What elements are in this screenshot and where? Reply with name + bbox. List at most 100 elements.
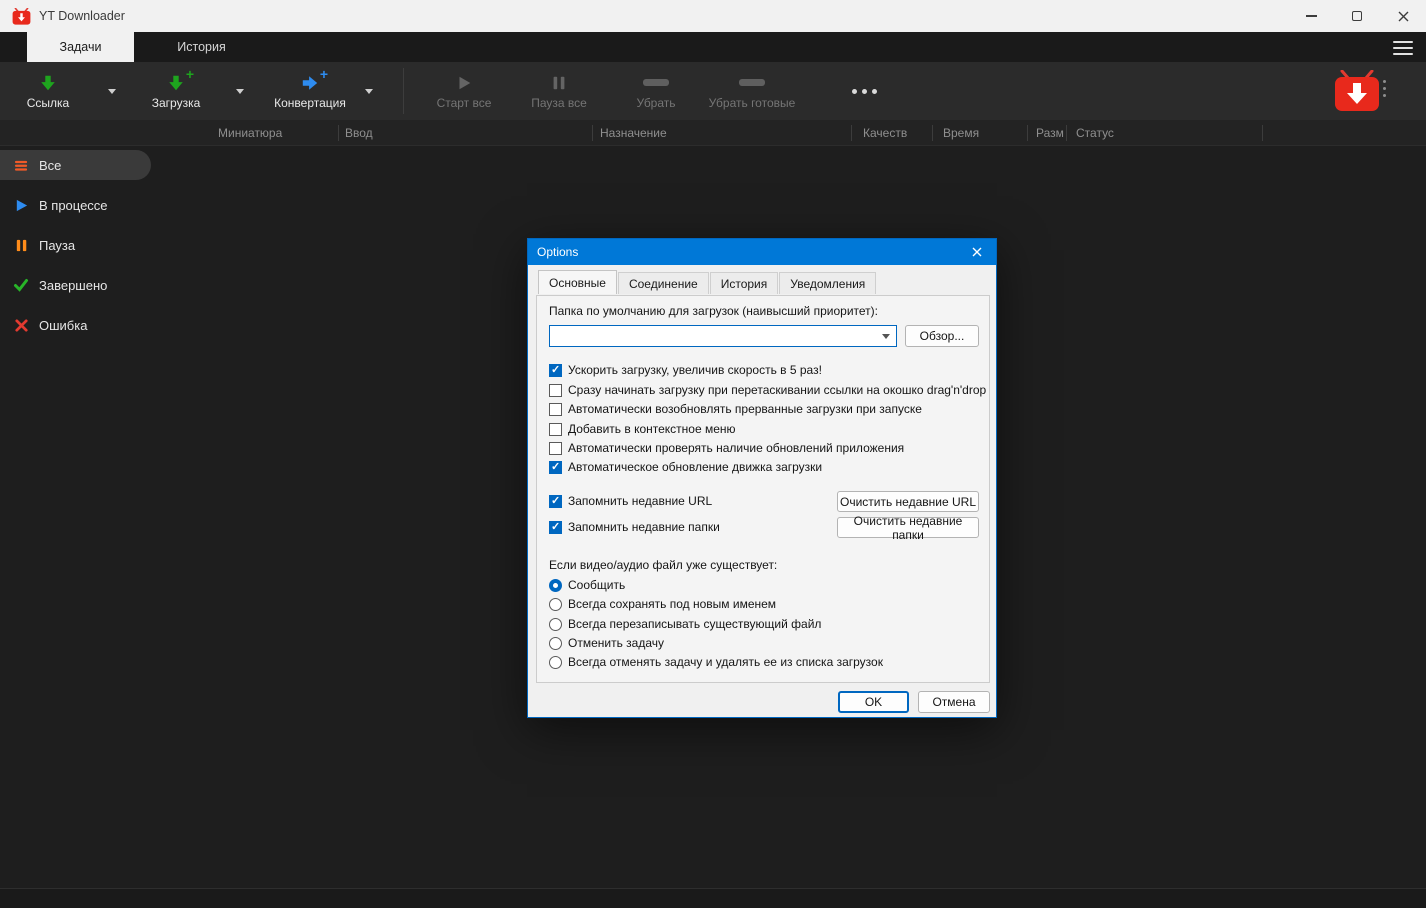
radio-cancel-task[interactable]: Отменить задачу [549,635,664,651]
combo-dropdown-icon[interactable] [876,326,896,346]
convert-plus-icon: + [301,66,328,93]
default-folder-input[interactable] [550,326,876,346]
radio-icon[interactable] [549,578,562,592]
checkbox-icon[interactable] [549,460,562,474]
remove-button[interactable]: Убрать [616,67,696,115]
download-dropdown[interactable] [225,67,255,115]
convert-button[interactable]: + Конвертация [265,66,355,115]
close-button[interactable] [1380,0,1426,32]
checkbox-icon[interactable] [549,363,562,377]
ok-button[interactable]: OK [838,691,909,713]
add-link-label: Ссылка [26,95,70,110]
checkbox-icon[interactable] [549,422,562,436]
checkbox-dragdrop-start[interactable]: Сразу начинать загрузку при перетаскиван… [549,382,986,398]
radio-icon[interactable] [549,597,562,611]
download-plus-icon: + [167,66,194,93]
list-icon [13,157,29,173]
checkbox-remember-urls[interactable]: Запомнить недавние URL [549,493,712,509]
check-icon [13,277,29,293]
app-download-logo-icon[interactable] [1334,69,1380,112]
sidebar-item-paused[interactable]: Пауза [0,230,160,260]
sidebar-item-label: Ошибка [39,317,88,333]
options-dialog: Options Основные Соединение История Увед… [527,238,997,718]
list-column-header: Миниатюра Ввод Назначение Качеств Время … [0,120,1426,146]
app-logo-icon [12,7,31,25]
radio-icon[interactable] [549,636,562,650]
default-folder-combobox[interactable] [549,325,897,347]
app-window: YT Downloader Задачи История Ссылка + За… [0,0,1426,908]
download-button[interactable]: + Загрузка [141,66,211,115]
main-tab-bar: Задачи История [0,32,1426,62]
add-link-dropdown[interactable] [97,67,127,115]
clear-recent-folders-button[interactable]: Очистить недавние папки [837,514,979,542]
file-exists-label: Если видео/аудио файл уже существует: [549,558,778,572]
sidebar-item-error[interactable]: Ошибка [0,310,160,340]
remove-label: Убрать [636,95,676,110]
pause-all-button[interactable]: Пауза все [519,67,599,115]
browse-button[interactable]: Обзор... [905,325,979,347]
checkbox-check-updates[interactable]: Автоматически проверять наличие обновлен… [549,440,904,456]
column-time[interactable]: Время [943,120,979,146]
titlebar: YT Downloader [0,0,1426,32]
maximize-icon [1352,11,1362,21]
dialog-tab-history[interactable]: История [709,272,779,294]
start-all-button[interactable]: Старт все [424,67,504,115]
convert-label: Конвертация [274,95,346,110]
column-status[interactable]: Статус [1076,120,1114,146]
checkbox-context-menu[interactable]: Добавить в контекстное меню [549,421,736,437]
checkbox-icon[interactable] [549,520,562,534]
default-folder-label: Папка по умолчанию для загрузок (наивысш… [549,304,878,318]
checkbox-engine-autoupdate[interactable]: Автоматическое обновление движка загрузк… [549,459,822,475]
dialog-tab-general[interactable]: Основные [538,270,617,294]
radio-cancel-and-remove[interactable]: Всегда отменять задачу и удалять ее из с… [549,654,883,670]
window-title: YT Downloader [39,9,125,23]
checkbox-remember-folders[interactable]: Запомнить недавние папки [549,519,720,535]
menu-button[interactable] [1390,39,1416,57]
close-icon [1398,11,1408,21]
column-thumbnail[interactable]: Миниатюра [218,120,282,146]
sidebar-item-all[interactable]: Все [0,150,151,180]
more-actions-button[interactable] [844,62,884,120]
dialog-tabs: Основные Соединение История Уведомления [538,270,877,294]
checkbox-accelerate[interactable]: Ускорить загрузку, увеличив скорость в 5… [549,362,822,378]
convert-dropdown[interactable] [354,67,384,115]
tab-tasks[interactable]: Задачи [27,32,134,62]
radio-ask[interactable]: Сообщить [549,577,625,593]
remove-done-button[interactable]: Убрать готовые [702,67,802,115]
radio-overwrite[interactable]: Всегда перезаписывать существующий файл [549,616,821,632]
maximize-button[interactable] [1334,0,1380,32]
column-size[interactable]: Разм [1036,120,1064,146]
drag-handle-icon[interactable] [1383,80,1386,97]
add-link-button[interactable]: Ссылка [16,67,80,115]
column-quality[interactable]: Качеств [863,120,907,146]
dialog-titlebar[interactable]: Options [528,239,996,265]
dialog-close-button[interactable] [958,239,996,265]
radio-icon[interactable] [549,655,562,669]
sidebar-item-label: Завершено [39,277,108,293]
pause-icon [550,73,568,93]
minimize-icon [1305,15,1317,17]
column-input[interactable]: Ввод [345,120,373,146]
minimize-button[interactable] [1288,0,1334,32]
dialog-tab-connection[interactable]: Соединение [617,272,709,294]
sidebar-item-completed[interactable]: Завершено [0,270,160,300]
cancel-button[interactable]: Отмена [918,691,990,713]
tab-tasks-label: Задачи [59,40,102,54]
tab-history[interactable]: История [134,32,269,62]
sidebar-item-label: Все [39,157,62,173]
checkbox-resume-on-startup[interactable]: Автоматически возобновлять прерванные за… [549,401,922,417]
dialog-tab-notifications[interactable]: Уведомления [779,272,877,294]
toolbar: Ссылка + Загрузка + Конвертация Старт вс… [0,62,1426,120]
radio-icon[interactable] [549,617,562,631]
checkbox-icon[interactable] [549,494,562,508]
checkbox-icon[interactable] [549,441,562,455]
checkbox-icon[interactable] [549,383,562,397]
sidebar-item-label: В процессе [39,197,108,213]
clear-recent-urls-button[interactable]: Очистить недавние URL [837,491,979,512]
checkbox-icon[interactable] [549,402,562,416]
radio-save-new-name[interactable]: Всегда сохранять под новым именем [549,596,776,612]
column-destination[interactable]: Назначение [600,120,667,146]
play-icon [13,197,29,213]
sidebar-item-in-progress[interactable]: В процессе [0,190,160,220]
remove-done-icon [739,73,765,93]
